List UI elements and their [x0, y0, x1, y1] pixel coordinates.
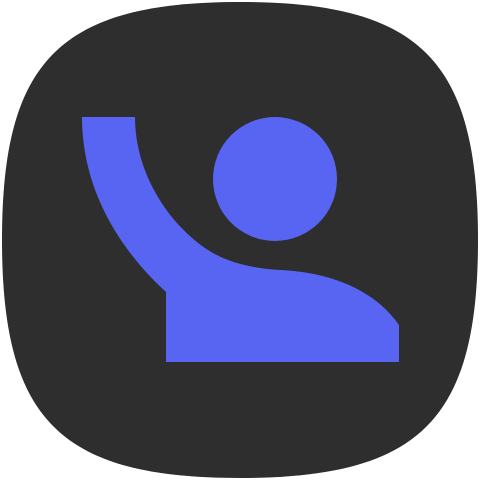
- app-icon-svg: [2, 2, 478, 478]
- person-head: [213, 117, 337, 241]
- app-icon[interactable]: [0, 0, 480, 480]
- icon-background: [2, 2, 478, 478]
